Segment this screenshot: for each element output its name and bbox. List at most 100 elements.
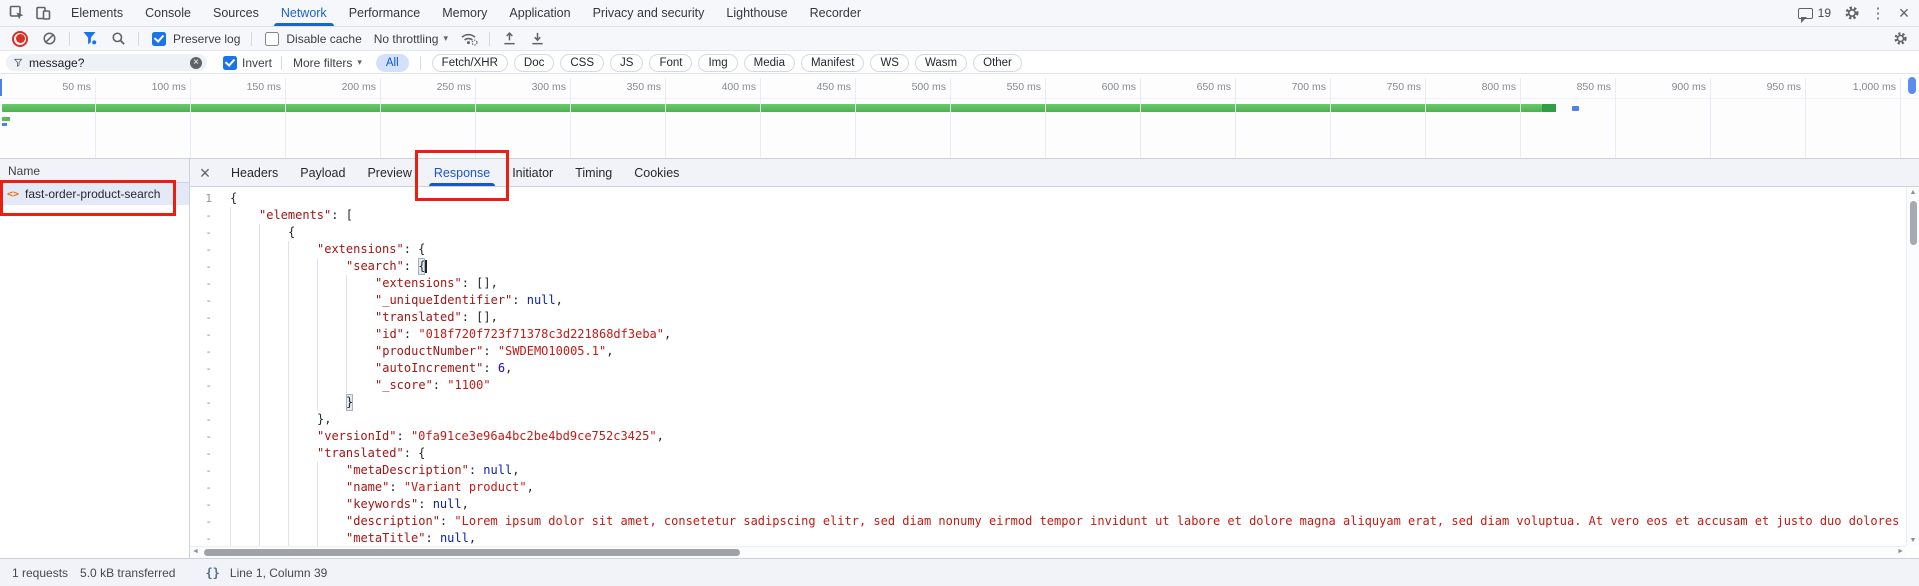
ruler-gridline [1710, 78, 1711, 158]
code-line: -"_score": "1100" [190, 377, 1906, 394]
token-p: }, [317, 411, 331, 428]
record-network-log-button[interactable] [12, 31, 28, 47]
code-line: -"extensions": [], [190, 275, 1906, 292]
overview-green-bar [2, 104, 1542, 112]
line-content: "_score": "1100" [221, 377, 491, 394]
tab-memory[interactable]: Memory [431, 0, 498, 26]
detail-tab-payload[interactable]: Payload [289, 159, 356, 186]
detail-tab-preview[interactable]: Preview [356, 159, 422, 186]
search-icon[interactable] [105, 26, 131, 51]
inspect-element-icon[interactable] [4, 1, 30, 26]
preserve-log-checkbox[interactable] [152, 32, 166, 46]
overview-resize-handle[interactable] [1908, 77, 1916, 94]
ruler-tick-label: 500 ms [874, 81, 946, 93]
filter-pill-fetch-xhr[interactable]: Fetch/XHR [432, 54, 508, 72]
filter-pill-ws[interactable]: WS [870, 54, 909, 72]
scroll-up-icon[interactable]: ▲ [1907, 189, 1919, 196]
tab-recorder[interactable]: Recorder [799, 0, 872, 26]
filter-pill-doc[interactable]: Doc [514, 54, 554, 72]
ruler-gridline [380, 78, 381, 158]
throttling-select[interactable]: No throttling ▾ [368, 32, 454, 46]
horizontal-scroll-thumb[interactable] [204, 549, 740, 556]
network-conditions-icon[interactable] [456, 26, 482, 51]
clear-filter-icon[interactable]: × [190, 57, 202, 69]
token-p: : [418, 496, 432, 513]
filter-pill-media[interactable]: Media [744, 54, 795, 72]
overflow-menu-icon[interactable]: ⋮ [1865, 1, 1891, 26]
tab-privacy-and-security[interactable]: Privacy and security [582, 0, 716, 26]
vertical-scroll-thumb[interactable] [1910, 201, 1917, 245]
tab-console[interactable]: Console [134, 0, 202, 26]
indent-guide [346, 292, 375, 309]
detail-tab-initiator[interactable]: Initiator [501, 159, 564, 186]
clear-network-log-icon[interactable] [36, 26, 62, 51]
indent-guide [288, 411, 317, 428]
detail-tab-cookies[interactable]: Cookies [623, 159, 690, 186]
code-line: 1{ [190, 190, 1906, 207]
indent-guide [346, 343, 375, 360]
settings-gear-icon[interactable] [1839, 1, 1865, 26]
line-content: "keywords": null, [221, 496, 469, 513]
filter-input[interactable] [29, 56, 184, 70]
close-detail-icon[interactable]: × [190, 159, 220, 186]
export-har-icon[interactable] [525, 26, 551, 51]
filter-pill-css[interactable]: CSS [560, 54, 604, 72]
close-devtools-icon[interactable]: × [1891, 1, 1917, 26]
filter-pill-manifest[interactable]: Manifest [801, 54, 864, 72]
tab-elements[interactable]: Elements [60, 0, 134, 26]
indent-guide [230, 207, 259, 224]
request-row[interactable]: <> fast-order-product-search [0, 183, 189, 205]
filter-pill-font[interactable]: Font [649, 54, 692, 72]
line-content: "autoIncrement": 6, [221, 360, 512, 377]
scroll-left-icon[interactable]: ◄ [192, 548, 199, 555]
line-gutter: - [190, 309, 221, 326]
filter-pill-all[interactable]: All [376, 54, 409, 72]
more-filters-dropdown[interactable]: More filters ▾ [287, 56, 368, 70]
network-settings-gear-icon[interactable] [1887, 26, 1913, 51]
indent-guide [317, 275, 346, 292]
horizontal-scrollbar[interactable]: ◄ ► [190, 546, 1906, 558]
name-column-header[interactable]: Name [0, 159, 189, 183]
detail-tab-timing[interactable]: Timing [564, 159, 623, 186]
ruler-gridline [665, 78, 666, 158]
network-overview[interactable]: 50 ms100 ms150 ms200 ms250 ms300 ms350 m… [0, 75, 1919, 159]
line-content: "name": "Variant product", [221, 479, 534, 496]
detail-tab-headers[interactable]: Headers [220, 159, 289, 186]
filter-icon[interactable] [77, 26, 103, 51]
ruler-tick-label: 700 ms [1254, 81, 1326, 93]
issues-button[interactable]: 19 [1790, 6, 1839, 20]
tab-lighthouse[interactable]: Lighthouse [715, 0, 798, 26]
indent-guide [230, 309, 259, 326]
token-k: "keywords" [346, 496, 418, 513]
indent-guide [230, 275, 259, 292]
token-p: : [483, 360, 497, 377]
filter-pill-img[interactable]: Img [698, 54, 737, 72]
tab-performance[interactable]: Performance [338, 0, 432, 26]
import-har-icon[interactable] [497, 26, 523, 51]
device-toolbar-icon[interactable] [30, 1, 56, 26]
disable-cache-checkbox[interactable] [265, 32, 279, 46]
filter-pill-wasm[interactable]: Wasm [915, 54, 967, 72]
tab-application[interactable]: Application [498, 0, 581, 26]
detail-tab-response[interactable]: Response [423, 159, 501, 186]
vertical-scrollbar[interactable]: ▲ ▼ [1906, 187, 1919, 546]
indent-guide [230, 343, 259, 360]
scroll-down-icon[interactable]: ▼ [1907, 537, 1919, 544]
line-content: "search": { [221, 258, 427, 275]
token-p: : [469, 462, 483, 479]
filter-pill-js[interactable]: JS [610, 54, 643, 72]
line-gutter: - [190, 513, 221, 530]
response-body-viewer[interactable]: 1{-"elements": [-{-"extensions": {-"sear… [190, 187, 1906, 546]
text-cursor [425, 260, 427, 273]
tab-sources[interactable]: Sources [202, 0, 270, 26]
token-k: "productNumber" [375, 343, 483, 360]
invert-checkbox[interactable] [223, 56, 237, 70]
tab-network[interactable]: Network [270, 0, 338, 26]
indent-guide [288, 258, 317, 275]
code-line: -"elements": [ [190, 207, 1906, 224]
token-p: , [664, 326, 671, 343]
overview-blue-tick [1572, 106, 1579, 111]
filter-pill-other[interactable]: Other [973, 54, 1022, 72]
scroll-right-icon[interactable]: ► [1897, 548, 1904, 555]
indent-guide [230, 377, 259, 394]
